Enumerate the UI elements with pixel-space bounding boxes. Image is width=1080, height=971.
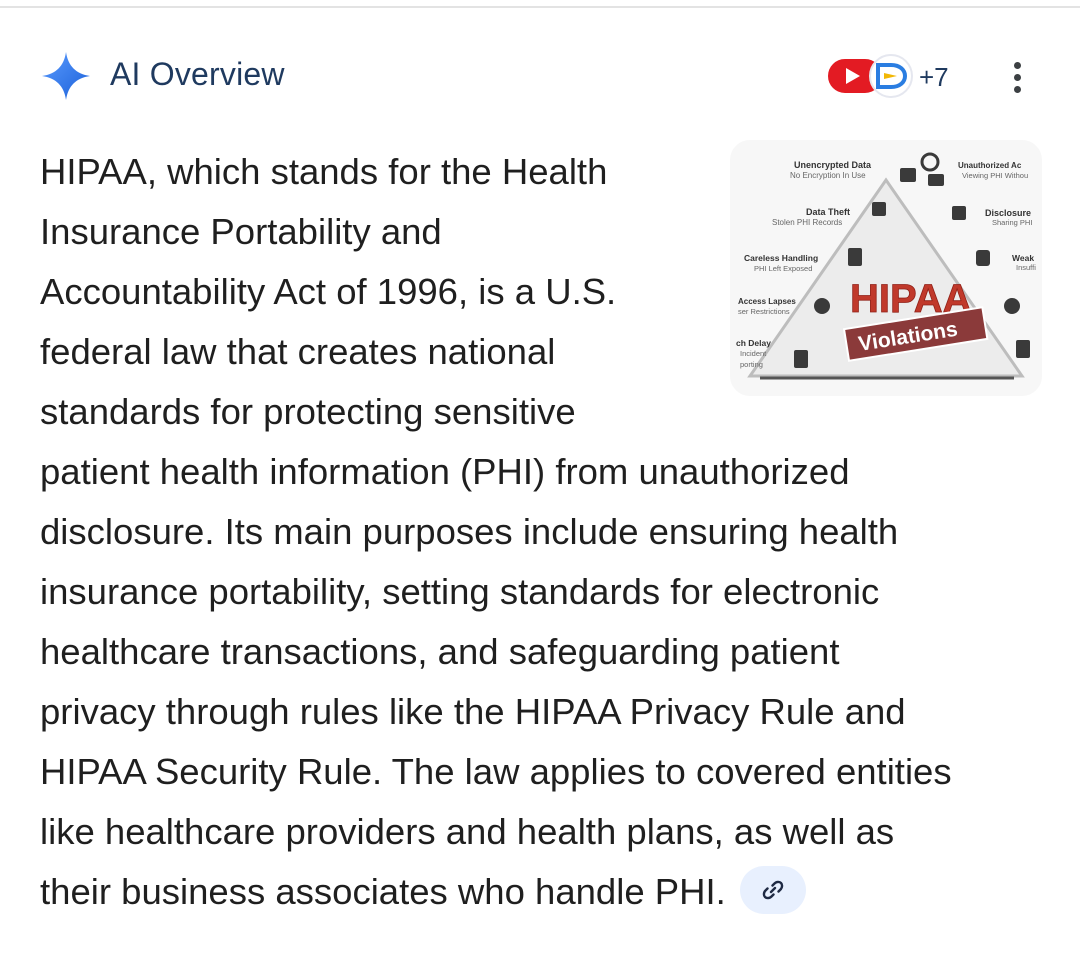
source-favicon-icon[interactable] <box>869 54 913 98</box>
overview-line: healthcare transactions, and safeguardin… <box>40 631 840 672</box>
overview-line: insurance portability, setting standards… <box>40 571 880 612</box>
overview-line: disclosure. Its main purposes include en… <box>40 511 899 552</box>
overview-line: HIPAA, which stands for the Health <box>40 151 608 192</box>
gemini-spark-icon <box>42 52 90 100</box>
overview-line: Insurance Portability and <box>40 211 442 252</box>
top-divider <box>0 6 1080 8</box>
source-icons-group[interactable]: +7 <box>825 54 955 98</box>
overview-line: like healthcare providers and health pla… <box>40 811 895 852</box>
overview-line: federal law that creates national <box>40 331 556 372</box>
overview-text: HIPAA, which stands for the Health Insur… <box>40 142 1040 922</box>
overview-line: patient health information (PHI) from un… <box>40 451 850 492</box>
overview-line: HIPAA Security Rule. The law applies to … <box>40 751 952 792</box>
more-sources-count[interactable]: +7 <box>919 62 949 93</box>
overview-line: their business associates who handle PHI… <box>40 871 726 912</box>
overview-last-line: their business associates who handle PHI… <box>40 862 1040 922</box>
overview-line: standards for protecting sensitive <box>40 391 576 432</box>
ai-overview-title: AI Overview <box>110 56 285 92</box>
citation-link-button[interactable] <box>739 866 806 915</box>
link-icon <box>762 881 784 900</box>
overview-line: Accountability Act of 1996, is a U.S. <box>40 271 617 312</box>
overview-line: privacy through rules like the HIPAA Pri… <box>40 691 906 732</box>
more-vert-icon[interactable] <box>1004 60 1032 96</box>
